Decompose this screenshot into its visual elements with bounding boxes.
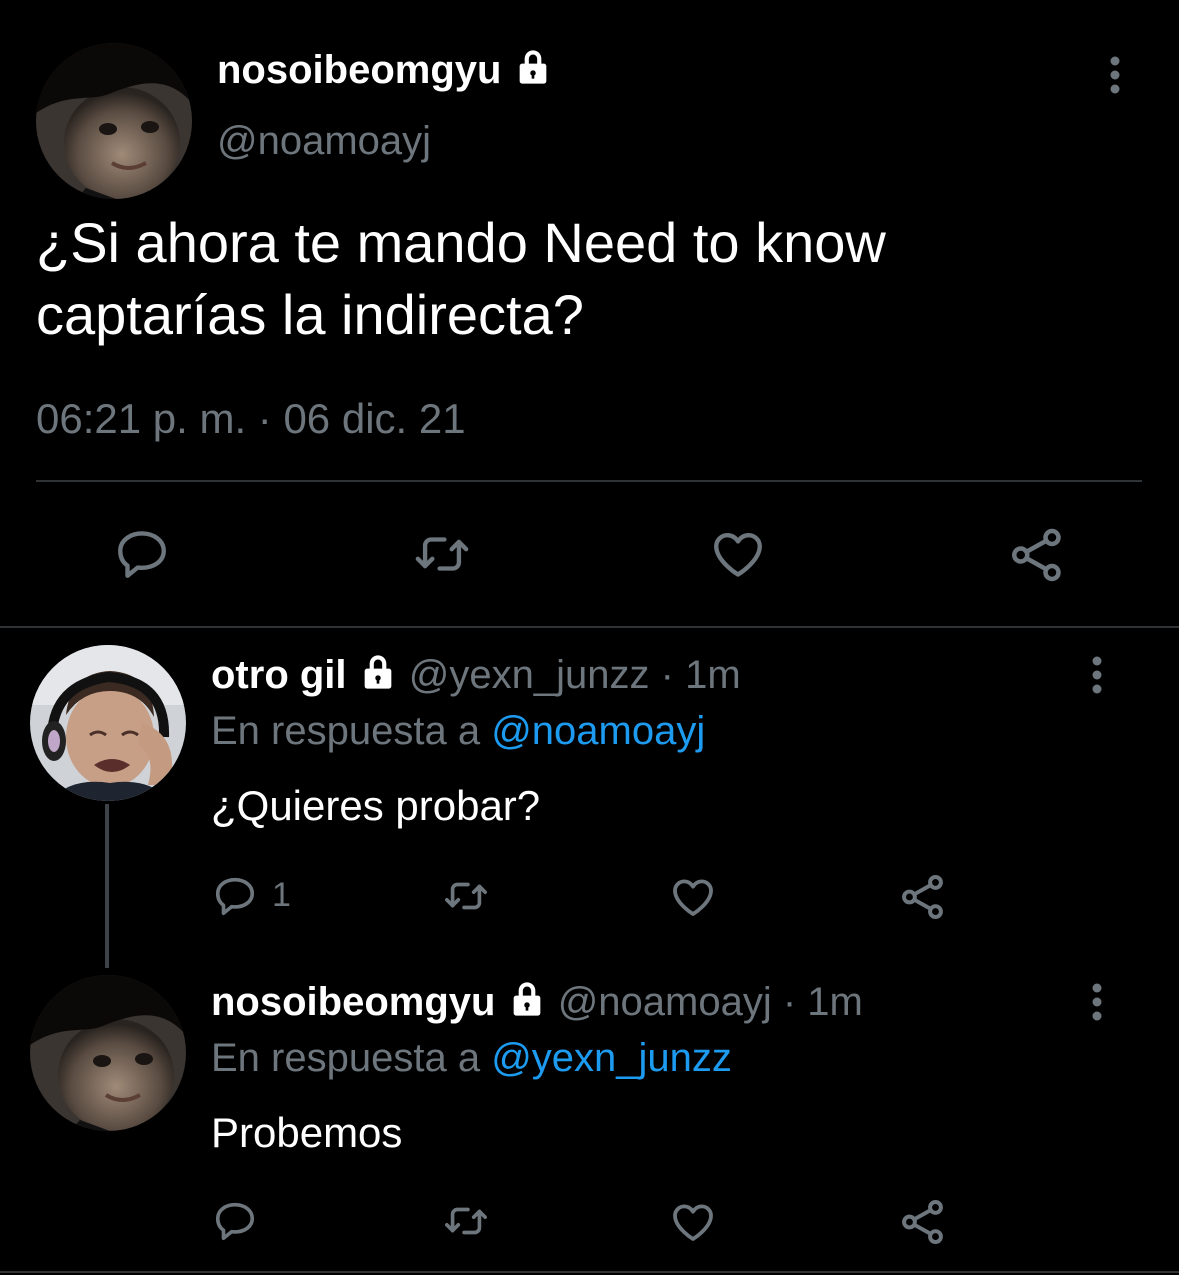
display-name[interactable]: nosoibeomgyu [211, 980, 495, 1024]
divider [0, 1271, 1179, 1273]
reply-context: En respuesta a @noamoayj [211, 707, 705, 755]
reply-icon[interactable] [212, 1198, 258, 1244]
reply-context: En respuesta a @yexn_junzz [211, 1034, 732, 1082]
lock-icon [513, 47, 553, 98]
reply-icon[interactable] [113, 525, 171, 583]
tweet-text-line: captarías la indirecta? [36, 283, 584, 346]
tweet-text-line: ¿Si ahora te mando Need to know [36, 211, 886, 274]
lock-icon [507, 979, 547, 1030]
lock-icon [358, 652, 398, 703]
timestamp[interactable]: 06:21 p. m. · 06 dic. 21 [36, 394, 466, 444]
tweet-text: ¿Si ahora te mando Need to know captaría… [36, 207, 1136, 351]
mention-link[interactable]: @noamoayj [491, 709, 705, 753]
reply-header: otro gil @yexn_junzz · 1m [211, 651, 741, 703]
reply-context-prefix: En respuesta a [211, 709, 481, 753]
mention-link[interactable]: @yexn_junzz [491, 1036, 732, 1080]
share-icon[interactable] [898, 1197, 948, 1247]
share-icon[interactable] [1007, 525, 1067, 585]
like-icon[interactable] [708, 525, 768, 583]
handle[interactable]: @yexn_junzz [409, 653, 650, 697]
display-name-text[interactable]: nosoibeomgyu [217, 48, 501, 92]
divider [36, 480, 1142, 482]
reply-header: nosoibeomgyu @noamoayj · 1m [211, 978, 863, 1030]
avatar[interactable] [30, 645, 186, 801]
avatar[interactable] [30, 975, 186, 1131]
more-options-icon[interactable] [1100, 52, 1130, 98]
reply-context-prefix: En respuesta a [211, 1036, 481, 1080]
divider [0, 626, 1179, 628]
tweet-time[interactable]: · 1m [783, 980, 863, 1024]
like-icon[interactable] [668, 873, 718, 921]
reply-text: Probemos [211, 1109, 403, 1156]
handle[interactable]: @noamoayj [217, 117, 431, 165]
more-options-icon[interactable] [1082, 652, 1112, 698]
tweet-time[interactable]: · 1m [661, 653, 741, 697]
reply-text: ¿Quieres probar? [211, 782, 541, 829]
thread-line [105, 804, 109, 968]
reply-icon[interactable] [212, 873, 258, 919]
retweet-icon[interactable] [411, 525, 473, 583]
retweet-icon[interactable] [440, 873, 492, 919]
display-name[interactable]: otro gil [211, 653, 347, 697]
handle[interactable]: @noamoayj [558, 980, 772, 1024]
more-options-icon[interactable] [1082, 979, 1112, 1025]
reply-count: 1 [272, 876, 291, 914]
share-icon[interactable] [898, 872, 948, 922]
avatar[interactable] [36, 43, 192, 199]
retweet-icon[interactable] [440, 1198, 492, 1244]
display-name[interactable]: nosoibeomgyu [217, 46, 553, 98]
like-icon[interactable] [668, 1198, 718, 1246]
